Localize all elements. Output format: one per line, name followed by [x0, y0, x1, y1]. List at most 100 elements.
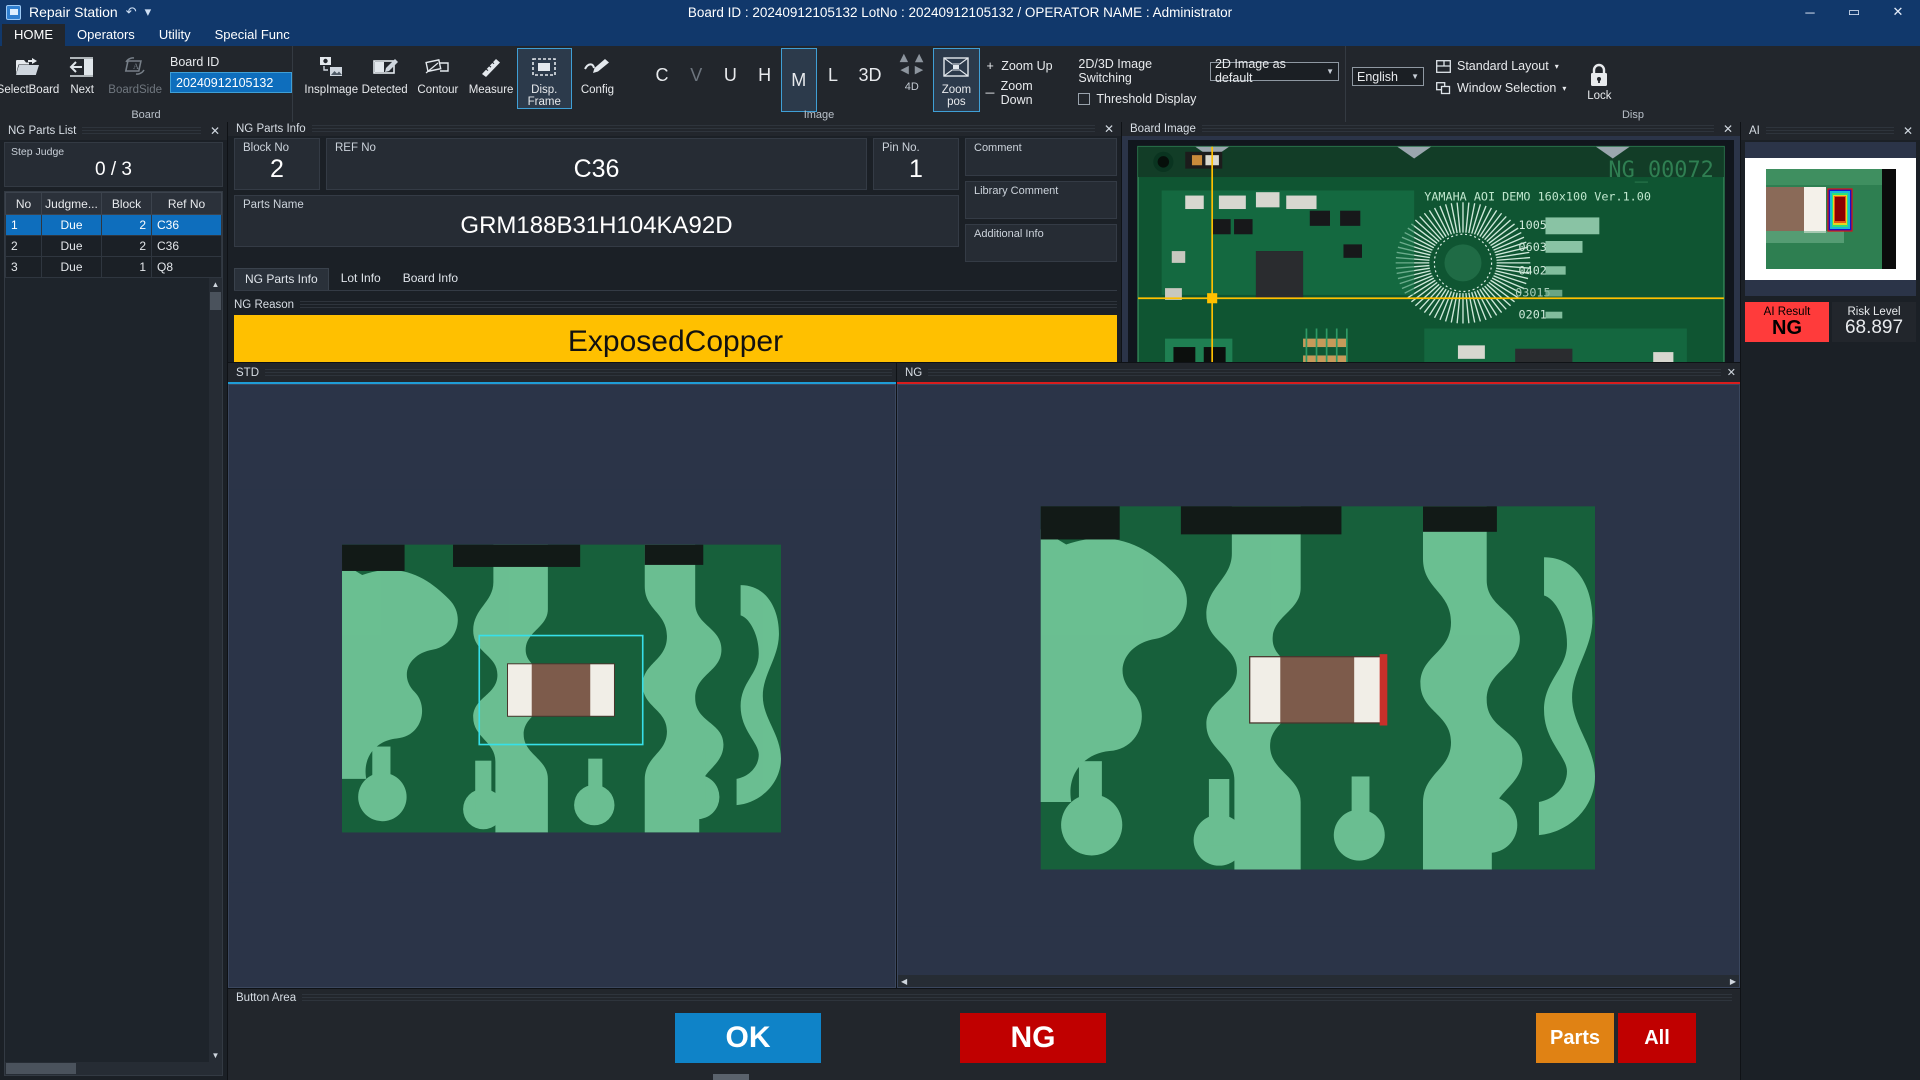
- ng-parts-table: No Judgme... Block Ref No 1 Due 2 C36 2 …: [5, 192, 222, 278]
- grid-empty-area: ▲ ▼: [5, 278, 222, 1062]
- maximize-button[interactable]: ▭: [1832, 0, 1876, 24]
- additional-info-field[interactable]: Additional Info: [965, 224, 1117, 262]
- chevron-down-icon[interactable]: ✕: [1727, 366, 1736, 379]
- ok-button[interactable]: OK: [675, 1013, 821, 1063]
- insp-image-button[interactable]: InspImage: [304, 49, 358, 105]
- std-image-render: [229, 489, 895, 883]
- panel-drag-grip[interactable]: [311, 124, 1095, 134]
- camera-image-icon: [318, 54, 344, 80]
- undo-icon[interactable]: ↶: [126, 4, 137, 20]
- letter-v-button[interactable]: V: [679, 49, 713, 101]
- scroll-left-icon[interactable]: ◀: [898, 977, 910, 986]
- tab-ng-parts-info[interactable]: NG Parts Info: [234, 268, 329, 290]
- info-tabs: NG Parts Info Lot Info Board Info: [234, 268, 1117, 291]
- select-board-button[interactable]: SelectBoard: [0, 49, 59, 105]
- close-button[interactable]: ✕: [1876, 0, 1920, 24]
- contour-button[interactable]: Contour: [411, 49, 464, 105]
- table-row[interactable]: 2 Due 2 C36: [5, 235, 222, 257]
- menu-bar: HOME Operators Utility Special Func: [0, 24, 1920, 46]
- next-label: Next: [70, 84, 94, 96]
- panel-drag-grip[interactable]: [1765, 126, 1894, 136]
- image-switching-select[interactable]: 2D Image as default ▼: [1209, 57, 1339, 85]
- letter-3d-button[interactable]: 3D: [850, 49, 890, 101]
- svg-text:0402: 0402: [1519, 264, 1547, 278]
- measure-label: Measure: [468, 84, 514, 96]
- scroll-right-icon[interactable]: ▶: [1727, 977, 1739, 986]
- zoom-down-button[interactable]: ─ Zoom Down: [985, 79, 1064, 107]
- disp-frame-button[interactable]: Disp. Frame: [516, 48, 572, 109]
- close-icon[interactable]: ✕: [1101, 122, 1117, 136]
- ng-button[interactable]: NG: [960, 1013, 1106, 1063]
- parts-button[interactable]: Parts: [1536, 1013, 1614, 1063]
- library-comment-field[interactable]: Library Comment: [965, 181, 1117, 219]
- all-button[interactable]: All: [1618, 1013, 1696, 1063]
- language-select[interactable]: English ▼: [1352, 67, 1424, 86]
- ng-reason-banner: ExposedCopper: [234, 315, 1117, 368]
- column-no[interactable]: No: [5, 192, 42, 215]
- scroll-up-icon[interactable]: ▲: [212, 278, 220, 291]
- detected-button[interactable]: Detected: [358, 49, 411, 105]
- table-row[interactable]: 1 Due 2 C36: [5, 214, 222, 236]
- ng-parts-grid: No Judgme... Block Ref No 1 Due 2 C36 2 …: [4, 191, 223, 1076]
- scroll-down-icon[interactable]: ▼: [212, 1049, 220, 1062]
- grid-horizontal-scrollbar[interactable]: [5, 1062, 222, 1075]
- measure-button[interactable]: Measure: [464, 49, 517, 105]
- tab-operators[interactable]: Operators: [65, 24, 147, 46]
- ai-heatmap-render: [1765, 169, 1896, 269]
- fourd-arrow-down-right-icon[interactable]: ▶: [915, 65, 923, 76]
- minimize-button[interactable]: ─: [1788, 0, 1832, 24]
- threshold-display-checkbox[interactable]: Threshold Display: [1078, 92, 1339, 106]
- panel-drag-grip[interactable]: [928, 368, 1721, 377]
- quick-access-more-icon[interactable]: ▾: [145, 4, 152, 20]
- letter-h-button[interactable]: H: [747, 49, 781, 101]
- lock-button[interactable]: Lock: [1574, 59, 1624, 102]
- resize-nub[interactable]: [713, 1074, 749, 1080]
- panel-drag-grip[interactable]: [302, 994, 1732, 1002]
- next-button[interactable]: Next: [56, 49, 108, 105]
- panel-drag-grip[interactable]: [265, 368, 892, 377]
- column-judgement[interactable]: Judgme...: [41, 192, 102, 215]
- panel-drag-grip[interactable]: [300, 300, 1117, 309]
- close-icon[interactable]: ✕: [1720, 122, 1736, 136]
- comment-field[interactable]: Comment: [965, 138, 1117, 176]
- tab-lot-info[interactable]: Lot Info: [331, 268, 391, 290]
- window-selection-button[interactable]: Window Selection ▾: [1436, 81, 1566, 95]
- config-button[interactable]: Config: [571, 49, 624, 105]
- tab-special-func[interactable]: Special Func: [203, 24, 302, 46]
- checkbox-icon: [1078, 93, 1091, 105]
- fourd-arrow-up-right-icon[interactable]: ▶: [913, 54, 925, 62]
- column-ref-no[interactable]: Ref No: [151, 192, 222, 215]
- letter-l-button[interactable]: L: [816, 49, 850, 101]
- step-judge-box: Step Judge 0 / 3: [4, 142, 223, 187]
- ai-heatmap-image[interactable]: [1745, 158, 1916, 280]
- zoom-up-button[interactable]: + Zoom Up: [985, 59, 1064, 73]
- letter-u-button[interactable]: U: [713, 49, 747, 101]
- cell-no: 2: [5, 235, 42, 257]
- zoom-pos-button[interactable]: Zoom pos: [932, 48, 981, 112]
- standard-layout-button[interactable]: Standard Layout ▾: [1436, 59, 1566, 73]
- table-row[interactable]: 3 Due 1 Q8: [5, 256, 222, 278]
- letter-m-button[interactable]: M: [780, 48, 817, 112]
- panel-drag-grip[interactable]: [82, 126, 201, 136]
- ng-image-viewport[interactable]: ◀ ▶: [897, 384, 1740, 988]
- close-icon[interactable]: ✕: [1900, 124, 1916, 138]
- column-block[interactable]: Block: [101, 192, 152, 215]
- ng-viewer-header: NG ✕: [897, 363, 1740, 382]
- std-image-viewport[interactable]: [228, 384, 896, 988]
- grid-vertical-scrollbar[interactable]: ▲ ▼: [209, 278, 222, 1062]
- ng-horizontal-scrollbar[interactable]: ◀ ▶: [898, 975, 1739, 987]
- board-id-input[interactable]: [170, 72, 292, 93]
- scroll-track[interactable]: [910, 976, 1727, 986]
- scroll-thumb[interactable]: [210, 292, 221, 310]
- fourd-arrow-up-left-icon[interactable]: ◀: [899, 54, 911, 62]
- tab-utility[interactable]: Utility: [147, 24, 203, 46]
- letter-c-button[interactable]: C: [645, 49, 679, 101]
- close-icon[interactable]: ✕: [207, 124, 223, 138]
- board-side-button[interactable]: A BoardSide: [108, 49, 162, 105]
- scroll-thumb-horizontal[interactable]: [6, 1063, 76, 1074]
- tab-home[interactable]: HOME: [2, 24, 65, 46]
- tab-board-info[interactable]: Board Info: [393, 268, 468, 290]
- panel-drag-grip[interactable]: [1201, 124, 1714, 134]
- svg-text:0201: 0201: [1519, 307, 1547, 321]
- fourd-arrow-down-left-icon[interactable]: ◀: [900, 65, 908, 76]
